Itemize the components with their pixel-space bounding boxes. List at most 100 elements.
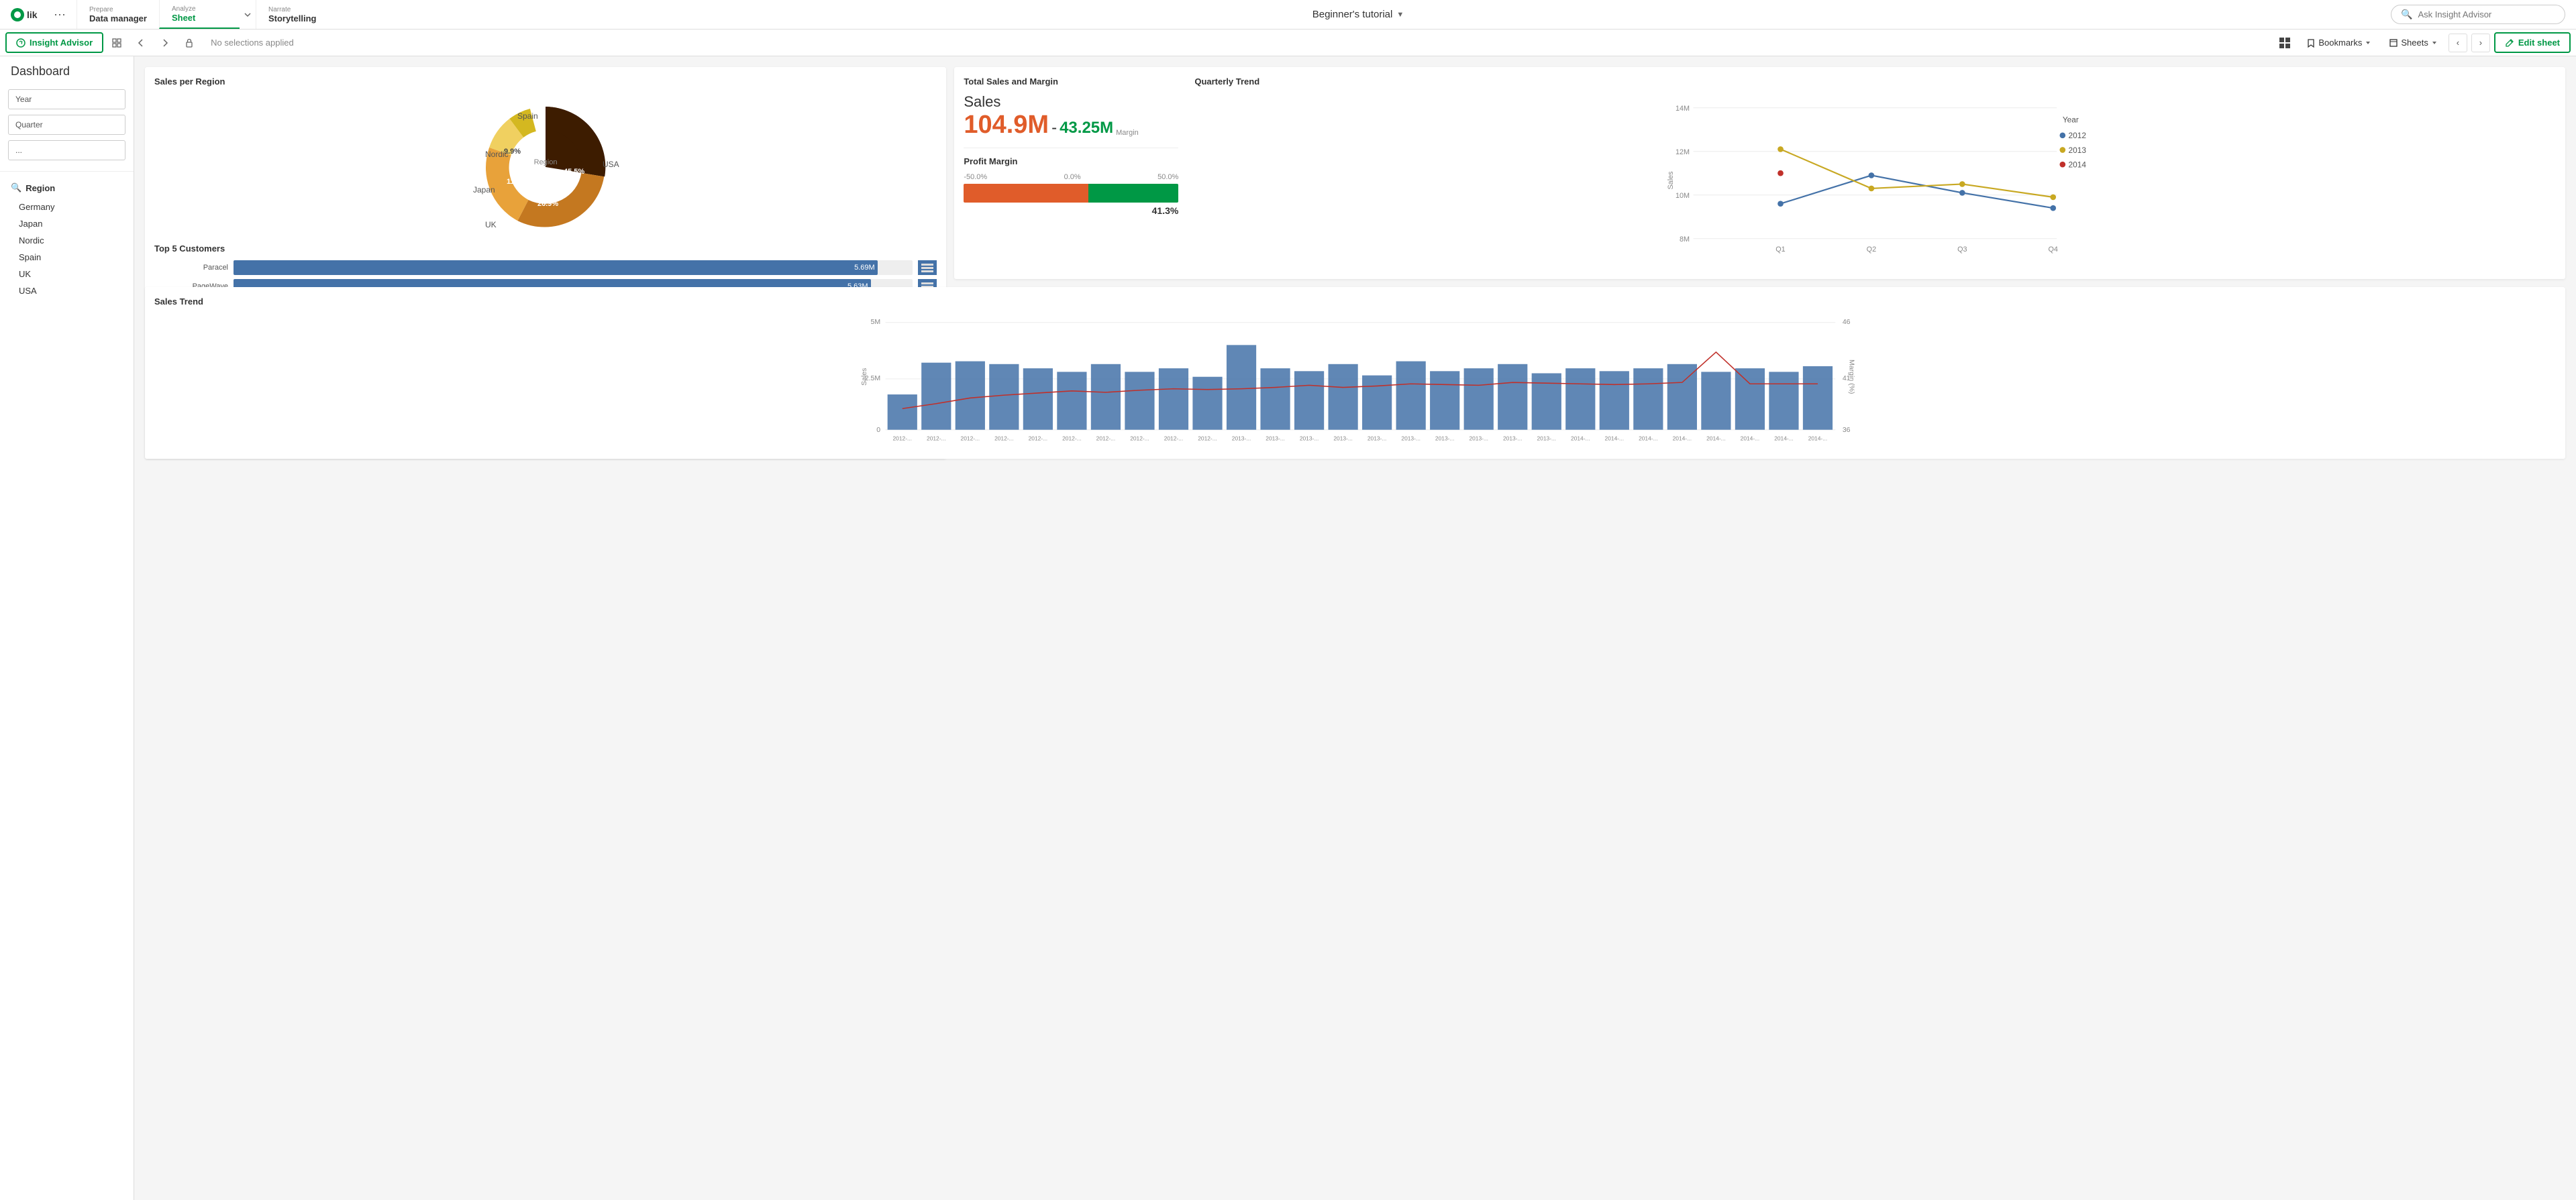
dot-2013-q4 [2051,195,2057,201]
content-area: Sales per Region [134,56,2576,1200]
bar-icon-paracel [918,260,937,275]
grid-view-btn[interactable] [2274,32,2296,54]
search-icon: 🔍 [2401,9,2412,20]
bar-label-paracel: Paracel [154,264,228,272]
pie-label-uk: UK [485,220,497,229]
more-filter[interactable]: ... [8,140,125,160]
profit-section: Profit Margin -50.0% 0.0% 50.0% 41.3% [964,148,1178,216]
total-sales-section: Total Sales and Margin Sales 104.9M - 43… [964,76,1178,270]
region-spain[interactable]: Spain [0,249,134,266]
svg-text:2012-...: 2012-... [927,435,946,441]
pie-center-label: Region [534,158,558,166]
svg-text:5M: 5M [871,318,881,326]
legend-title: Year [2063,115,2079,124]
search-region-icon: 🔍 [11,182,21,193]
pie-val-nordic: 9.9% [504,148,521,156]
ask-insight-input[interactable] [2418,9,2538,19]
svg-text:2014-...: 2014-... [1571,435,1590,441]
svg-text:2014-...: 2014-... [1774,435,1794,441]
year-filter[interactable]: Year [8,89,125,109]
svg-text:2013-...: 2013-... [1300,435,1319,441]
region-uk[interactable]: UK [0,266,134,282]
nav-prepare[interactable]: Prepare Data manager [76,0,159,29]
total-sales-title: Total Sales and Margin [964,76,1178,87]
region-usa[interactable]: USA [0,282,134,299]
bar-track-paracel: 5.69M [234,260,913,275]
svg-text:2012-...: 2012-... [1062,435,1082,441]
line-2013 [1781,149,2053,197]
svg-text:2012-...: 2012-... [893,435,913,441]
bar-row-paracel: Paracel 5.69M [154,260,937,275]
quarterly-chart-container: 14M 12M 10M 8M Sales Q1 Q2 Q3 Q4 [1194,93,2556,270]
svg-text:2013-...: 2013-... [1368,435,1387,441]
insight-advisor-btn[interactable]: Insight Advisor [5,32,103,53]
svg-text:2013-...: 2013-... [1503,435,1523,441]
svg-text:Margin (%): Margin (%) [1847,360,1855,394]
sales-trend-card: Sales Trend 5M 2.5M 0 Sales 46 41 36 Mar… [145,287,2565,459]
quarterly-svg: 14M 12M 10M 8M Sales Q1 Q2 Q3 Q4 [1194,93,2556,268]
svg-text:2012-...: 2012-... [1130,435,1149,441]
nav-more-icon[interactable]: ··· [51,7,68,21]
forward-btn[interactable] [154,32,176,54]
dot-2012-q2 [1869,172,1875,178]
svg-text:2013-...: 2013-... [1266,435,1285,441]
trend-bars [888,345,1833,429]
back-btn[interactable] [130,32,152,54]
main-layout: Dashboard Year Quarter ... 🔍 Region Germ… [0,56,2576,1200]
bookmarks-chevron [2365,40,2371,46]
expand-icon-btn[interactable] [106,32,127,54]
prev-sheet-btn[interactable]: ‹ [2449,34,2467,52]
nav-expand-btn[interactable] [240,0,256,29]
sales-values: 104.9M - 43.25M Margin [964,111,1178,140]
svg-text:2014-...: 2014-... [1808,435,1828,441]
svg-text:Q4: Q4 [2049,246,2058,254]
nav-analyze[interactable]: Analyze Sheet [159,0,240,29]
sheets-chevron [2431,40,2438,46]
legend-2012-label: 2012 [2069,131,2087,140]
nav-prepare-title: Data manager [89,13,147,23]
svg-text:12M: 12M [1676,148,1690,156]
svg-text:Sales: Sales [1667,171,1675,190]
trend-x-labels: 2012-... 2012-... 2012-... 2012-... 2012… [893,435,1828,441]
pie-val-japan: 11.3% [507,178,527,186]
bar-value-paracel: 5.69M [854,264,875,272]
pie-label-usa: USA [603,160,619,169]
next-sheet-btn[interactable]: › [2471,34,2490,52]
nav-prepare-label: Prepare [89,6,147,13]
app-title[interactable]: Beginner's tutorial ▼ [336,0,2380,29]
nav-right: 🔍 [2380,0,2576,29]
nav-narrate[interactable]: Narrate Storytelling [256,0,336,29]
region-japan[interactable]: Japan [0,215,134,232]
quarterly-section: Quarterly Trend 14M 12M 10M 8M [1194,76,2556,270]
edit-sheet-btn[interactable]: Edit sheet [2494,32,2571,53]
sidebar-divider [0,171,134,172]
sheets-btn[interactable]: Sheets [2382,34,2444,52]
sheets-icon [2389,38,2398,48]
dot-2012-q3 [1959,190,1965,196]
nav-narrate-title: Storytelling [268,13,324,23]
edit-sheet-label: Edit sheet [2518,38,2560,48]
svg-text:Q1: Q1 [1776,246,1786,254]
profit-label-zero: 0.0% [1064,173,1081,181]
quarterly-title: Quarterly Trend [1194,76,2556,87]
svg-text:2013-...: 2013-... [1435,435,1455,441]
pie-label-spain: Spain [517,111,538,121]
bookmarks-btn[interactable]: Bookmarks [2300,34,2378,52]
region-nordic[interactable]: Nordic [0,232,134,249]
profit-bar-red [964,184,1088,203]
ask-insight-search[interactable]: 🔍 [2391,5,2565,24]
pie-val-uk: 26.9% [537,200,558,208]
qlik-logo: lik [8,5,46,24]
lock-btn[interactable] [178,32,200,54]
svg-text:2014-...: 2014-... [1639,435,1658,441]
dashboard-title: Dashboard [0,64,134,89]
legend-2014-dot [2060,162,2066,168]
toolbar: Insight Advisor No selections applied Bo… [0,30,2576,56]
quarter-filter[interactable]: Quarter [8,115,125,135]
svg-text:8M: 8M [1680,235,1690,243]
svg-text:2012-...: 2012-... [961,435,980,441]
profit-bar-green [1088,184,1178,203]
svg-text:2013-...: 2013-... [1333,435,1353,441]
profit-labels: -50.0% 0.0% 50.0% [964,173,1178,181]
region-germany[interactable]: Germany [0,199,134,215]
